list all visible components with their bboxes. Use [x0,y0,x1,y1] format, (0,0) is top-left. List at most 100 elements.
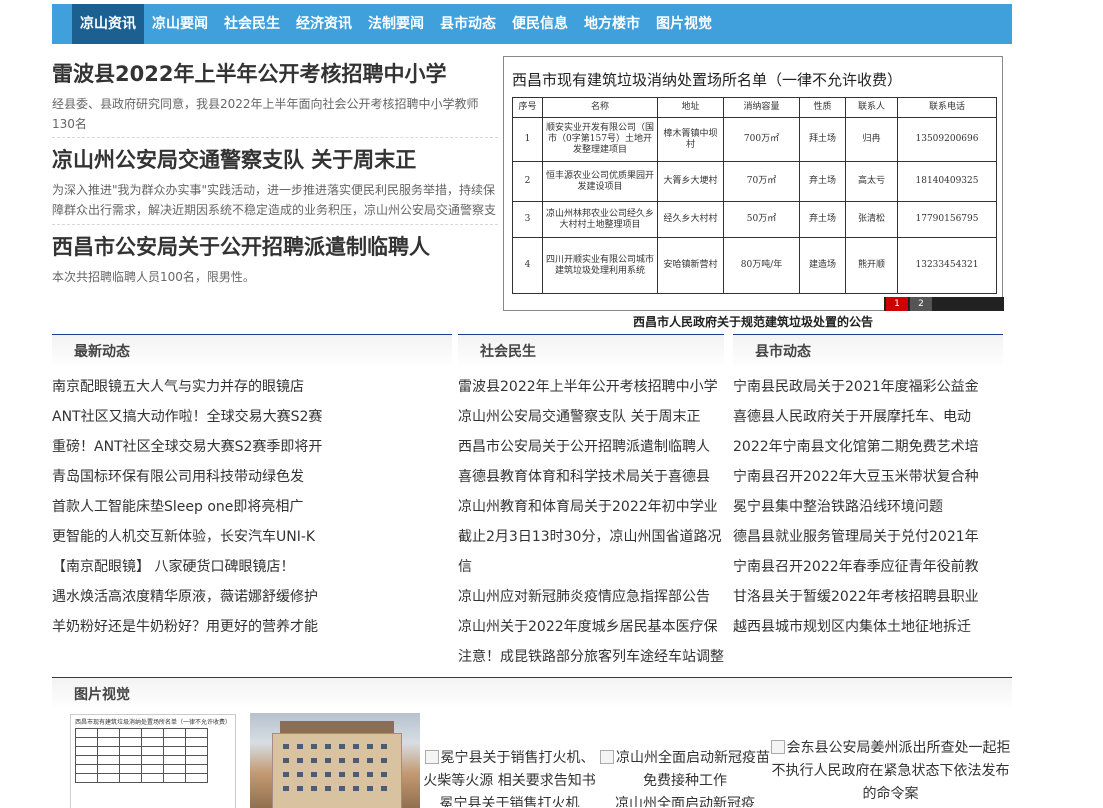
doc-cell: 经久乡大村村 [657,201,724,238]
list-item[interactable]: ANT社区又搞大动作啦！全球交易大赛S2赛 [52,402,452,432]
list-item[interactable]: 喜德县教育体育和科学技术局关于喜德县 [458,462,724,492]
picture-building-photo[interactable] [250,713,420,808]
list-item[interactable]: 宁南县民政局关于2021年度福彩公益金 [733,372,1003,402]
county-news-list: 宁南县民政局关于2021年度福彩公益金 喜德县人民政府关于开展摩托车、电动 20… [733,372,1003,642]
list-item[interactable]: 冕宁县集中整治铁路沿线环境问题 [733,492,1003,522]
nav-item-county[interactable]: 县市动态 [432,4,504,44]
picture-caption[interactable]: 冕宁县关于销售打火机 [440,796,580,807]
thumbnail-table [75,728,208,783]
doc-cell: 弃土场 [799,161,846,202]
list-item[interactable]: 截止2月3日13时30分，凉山州国省道路况信 [458,522,724,582]
doc-cell: 70万㎡ [723,161,800,202]
doc-cell: 安哈镇新营村 [657,237,724,294]
doc-cell: 1 [512,117,543,162]
section-title: 图片视觉 [52,677,1012,711]
doc-cell: 弃土场 [799,201,846,238]
nav-item-realestate[interactable]: 地方楼市 [576,4,648,44]
list-item[interactable]: 西昌市公安局关于公开招聘派遣制临聘人 [458,432,724,462]
list-item[interactable]: 首款人工智能床垫Sleep one即将亮相广 [52,492,452,522]
list-item[interactable]: 德昌县就业服务管理局关于兑付2021年 [733,522,1003,552]
doc-cell: 恒丰源农业公司优质果园开发建设项目 [542,161,658,202]
broken-image-icon [600,750,614,764]
doc-cell: 张清松 [845,201,898,238]
doc-cell: 归冉 [845,117,898,162]
building-image [272,733,402,808]
headline-2: 凉山州公安局交通警察支队 关于周末正 为深入推进"我为群众办实事"实践活动，进一… [52,146,498,220]
doc-cell: 13509200696 [897,117,997,162]
list-item[interactable]: 凉山州关于2022年度城乡居民基本医疗保 [458,612,724,642]
nav-item-economy[interactable]: 经济资讯 [288,4,360,44]
list-item[interactable]: 越西县城市规划区内集体土地征地拆迁 [733,612,1003,642]
list-item[interactable]: 宁南县召开2022年大豆玉米带状复合种 [733,462,1003,492]
list-item[interactable]: 凉山州教育和体育局关于2022年初中学业 [458,492,724,522]
picture-caption[interactable]: 凉山州全面启动新冠疫 [615,796,755,807]
doc-cell: 大箐乡大埂村 [657,161,724,202]
picture-item-2[interactable]: 凉山州全面启动新冠疫苗免费接种工作 凉山州全面启动新冠疫 [600,747,770,807]
doc-cell: 80万吨/年 [723,237,800,294]
list-item[interactable]: 重磅！ANT社区全球交易大赛S2赛季即将开 [52,432,452,462]
list-item[interactable]: 【南京配眼镜】 八家硬货口碑眼镜店！ [52,552,452,582]
nav-item-law[interactable]: 法制要闻 [360,4,432,44]
nav-item-social[interactable]: 社会民生 [216,4,288,44]
list-item[interactable]: 2022年宁南县文化馆第二期免费艺术培 [733,432,1003,462]
list-item[interactable]: 更智能的人机交互新体验，长安汽车UNI-K [52,522,452,552]
doc-cell: 熊开顺 [845,237,898,294]
slide-document-title: 西昌市现有建筑垃圾消纳处置场所名单（一律不允许收费） [512,71,903,89]
headline-3: 西昌市公安局关于公开招聘派遣制临聘人 本次共招聘临聘人员100名，限男性。 [52,233,498,307]
list-item[interactable]: 遇水焕活高浓度精华原液，薇诺娜舒缓修护 [52,582,452,612]
doc-cell: 拜土场 [799,117,846,162]
county-news-section: 县市动态 宁南县民政局关于2021年度福彩公益金 喜德县人民政府关于开展摩托车、… [733,334,1003,642]
doc-header: 联系电话 [897,97,997,118]
slide-pager: 1 2 [884,297,1004,311]
doc-header: 序号 [512,97,543,118]
nav-item-liangshan-headlines[interactable]: 凉山要闻 [144,4,216,44]
picture-item-3[interactable]: 会东县公安局姜州派出所查处一起拒不执行人民政府在紧急状态下依法发布的命令案 [769,737,1012,807]
list-item[interactable]: 甘洛县关于暂缓2022年考核招聘县职业 [733,582,1003,612]
list-item[interactable]: 喜德县人民政府关于开展摩托车、电动 [733,402,1003,432]
doc-cell: 4 [512,237,543,294]
picture-alt-text: 凉山州全面启动新冠疫苗免费接种工作 [616,750,770,789]
headline-title[interactable]: 凉山州公安局交通警察支队 关于周末正 [52,146,498,174]
picture-alt-text: 冕宁县关于销售打火机、火柴等火源 相关要求告知书 [423,750,596,789]
doc-cell: 樟木箐镇中坝村 [657,117,724,162]
headline-title[interactable]: 雷波县2022年上半年公开考核招聘中小学 [52,60,498,88]
doc-cell: 18140409325 [897,161,997,202]
list-item[interactable]: 宁南县召开2022年春季应征青年役前教 [733,552,1003,582]
doc-cell: 建造场 [799,237,846,294]
list-item[interactable]: 凉山州公安局交通警察支队 关于周末正 [458,402,724,432]
slide-document-table: 序号 名称 地址 消纳容量 性质 联系人 联系电话 1 顺安实业开发有限公司（国… [512,97,997,294]
doc-cell: 2 [512,161,543,202]
slide-caption[interactable]: 西昌市人民政府关于规范建筑垃圾处置的公告 [503,313,1003,330]
nav-item-liangshan-news[interactable]: 凉山资讯 [72,4,144,44]
slide-page-dot[interactable]: 1 [886,297,908,311]
nav-item-service[interactable]: 便民信息 [504,4,576,44]
doc-cell: 顺安实业开发有限公司（国市（0字第157号）土地开发整理建项目 [542,117,658,162]
doc-header: 联系人 [845,97,898,118]
headline-summary: 为深入推进"我为群众办实事"实践活动，进一步推进落实便民利民服务举措，持续保障群… [52,183,497,217]
social-news-section: 社会民生 雷波县2022年上半年公开考核招聘中小学 凉山州公安局交通警察支队 关… [458,334,724,672]
doc-cell: 高太亏 [845,161,898,202]
slideshow[interactable]: 西昌市现有建筑垃圾消纳处置场所名单（一律不允许收费） 序号 名称 地址 消纳容量… [503,56,1004,311]
list-item[interactable]: 凉山州应对新冠肺炎疫情应急指挥部公告 [458,582,724,612]
broken-image-icon [770,740,785,754]
section-title: 最新动态 [52,334,452,368]
doc-header: 地址 [657,97,724,118]
broken-image-icon [424,750,439,764]
doc-header: 消纳容量 [723,97,800,118]
list-item[interactable]: 南京配眼镜五大人气与实力并存的眼镜店 [52,372,452,402]
doc-cell: 3 [512,201,543,238]
list-item[interactable]: 注意！成昆铁路部分旅客列车途经车站调整 [458,642,724,672]
picture-document-thumbnail[interactable]: 西昌市现有建筑垃圾消纳处置场所名单（一律不允许收费） [70,714,236,808]
divider [52,224,498,225]
list-item[interactable]: 雷波县2022年上半年公开考核招聘中小学 [458,372,724,402]
slide-page-dot[interactable]: 2 [910,297,932,311]
picture-item-1[interactable]: 冕宁县关于销售打火机、火柴等火源 相关要求告知书 冕宁县关于销售打火机 [422,747,597,807]
headline-summary: 经县委、县政府研究同意，我县2022年上半年面向社会公开考核招聘中小学教师130… [52,97,479,131]
divider [52,137,498,138]
list-item[interactable]: 羊奶粉好还是牛奶粉好？用更好的营养才能 [52,612,452,642]
headline-title[interactable]: 西昌市公安局关于公开招聘派遣制临聘人 [52,233,498,261]
doc-cell: 13233454321 [897,237,997,294]
list-item[interactable]: 青岛国标环保有限公司用科技带动绿色发 [52,462,452,492]
latest-news-list: 南京配眼镜五大人气与实力并存的眼镜店 ANT社区又搞大动作啦！全球交易大赛S2赛… [52,372,452,642]
nav-item-pictures[interactable]: 图片视觉 [648,4,720,44]
